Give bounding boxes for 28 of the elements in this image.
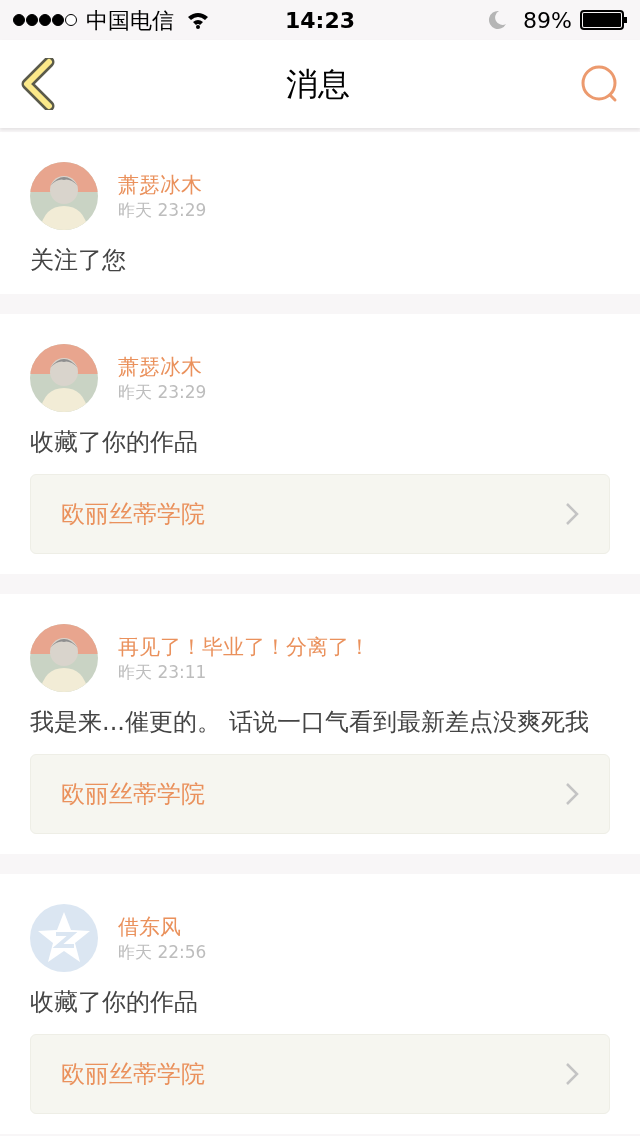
page-title: 消息 [286, 64, 350, 105]
user-name[interactable]: 借东风 [118, 913, 207, 941]
battery-icon [580, 10, 628, 30]
user-name[interactable]: 萧瑟冰木 [118, 171, 207, 199]
battery-percent: 89% [523, 6, 572, 35]
chevron-right-icon [565, 502, 579, 526]
chevron-right-icon [565, 782, 579, 806]
message-text: 我是来...催更的。 话说一口气看到最新差点没爽死我 [30, 708, 590, 736]
user-name[interactable]: 萧瑟冰木 [118, 353, 207, 381]
wifi-icon [186, 11, 210, 29]
clock: 14:23 [285, 6, 355, 35]
message-time: 昨天 23:29 [118, 381, 207, 403]
message-text: 关注了您 [30, 246, 127, 274]
default-avatar-icon [30, 904, 98, 972]
back-button[interactable] [20, 56, 56, 112]
chevron-right-icon [565, 1062, 579, 1086]
moon-icon [487, 10, 508, 30]
work-link[interactable]: 欧丽丝蒂学院 [30, 754, 610, 834]
user-name[interactable]: 再见了！毕业了！分离了！ [118, 633, 370, 661]
work-link[interactable]: 欧丽丝蒂学院 [30, 1034, 610, 1114]
message-time: 昨天 23:11 [118, 661, 208, 683]
signal-icon [12, 13, 78, 27]
message-text: 收藏了你的作品 [30, 988, 199, 1016]
work-link[interactable]: 欧丽丝蒂学院 [30, 474, 610, 554]
message-text: 收藏了你的作品 [30, 428, 199, 456]
message-time: 昨天 23:29 [118, 199, 207, 221]
carrier-name: 中国电信 [86, 6, 174, 35]
message-time: 昨天 22:56 [118, 941, 207, 963]
